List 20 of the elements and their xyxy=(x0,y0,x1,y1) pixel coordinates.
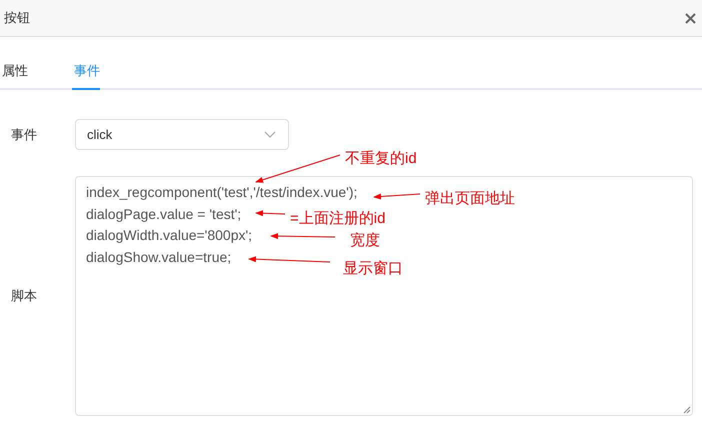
tab[interactable]: 属性 xyxy=(0,59,28,90)
field-label: 事件 xyxy=(10,126,38,144)
field-label: 脚本 xyxy=(10,287,38,305)
annotation-arrow xyxy=(373,194,420,200)
annotation-text: 宽度 xyxy=(350,231,380,250)
annotation-text: 显示窗口 xyxy=(343,259,403,278)
code-line: dialogWidth.value='800px'; xyxy=(86,226,252,245)
code-line: index_regcomponent('test','/test/index.vue'); xyxy=(86,183,358,202)
annotation-text: 不重复的id xyxy=(345,149,417,168)
code-line: dialogPage.value = 'test'; xyxy=(86,204,242,224)
code-line: dialogShow.value=true; xyxy=(86,248,232,267)
dialog-title: 按钮 xyxy=(4,9,30,27)
chevron-down-icon xyxy=(264,131,276,138)
annotation-arrow xyxy=(255,210,286,216)
resize-handle-icon[interactable] xyxy=(683,406,691,414)
event-select[interactable]: click xyxy=(75,119,289,150)
annotation-text: =上面注册的id xyxy=(290,209,386,228)
close-icon[interactable] xyxy=(685,12,696,24)
annotation-arrow xyxy=(270,233,336,240)
annotation-text: 弹出页面地址 xyxy=(425,189,515,208)
